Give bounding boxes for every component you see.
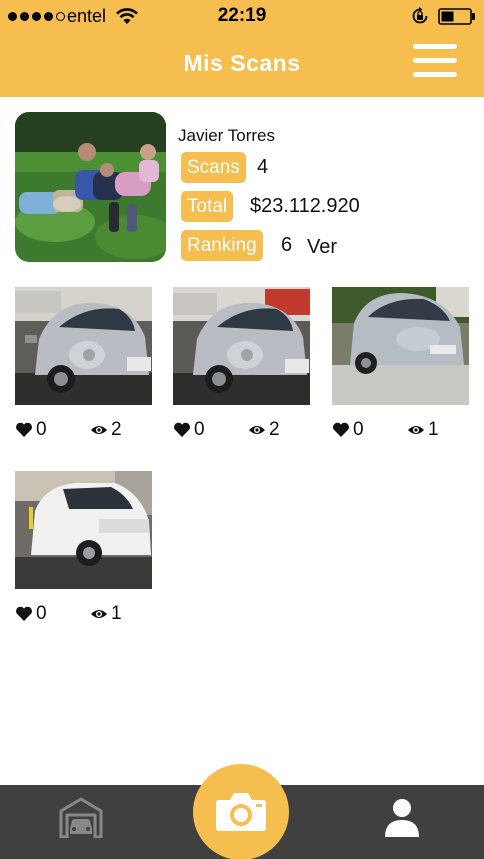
likes-value: 0	[353, 419, 364, 440]
scans-badge: Scans	[181, 152, 246, 183]
likes-count[interactable]: 0	[15, 603, 47, 625]
views-count: 2	[90, 419, 122, 441]
profile-icon[interactable]	[382, 797, 422, 837]
views-count: 1	[407, 419, 439, 441]
avatar[interactable]	[15, 112, 166, 262]
views-value: 1	[111, 603, 122, 624]
status-bar: entel 22:19	[0, 0, 484, 34]
eye-icon	[249, 426, 265, 434]
total-amount: $23.112.920	[250, 195, 360, 217]
heart-icon	[333, 422, 349, 437]
eye-icon	[408, 426, 424, 434]
likes-count[interactable]: 0	[173, 419, 205, 441]
eye-icon	[91, 610, 107, 618]
scan-photo[interactable]	[173, 287, 310, 405]
camera-icon	[216, 793, 266, 831]
views-value: 2	[111, 419, 122, 440]
ranking-value: 6	[281, 234, 293, 256]
scan-photo[interactable]	[332, 287, 469, 405]
scan-photo[interactable]	[15, 287, 152, 405]
views-value: 2	[269, 419, 280, 440]
likes-value: 0	[36, 419, 47, 440]
eye-icon	[91, 426, 107, 434]
likes-value: 0	[194, 419, 205, 440]
scans-count: 4	[257, 156, 269, 178]
likes-value: 0	[36, 603, 47, 624]
garage-icon[interactable]	[58, 796, 104, 838]
heart-icon	[16, 422, 32, 437]
views-value: 1	[428, 419, 439, 440]
app-header: entel 22:19 Mis Scans	[0, 0, 484, 97]
camera-button[interactable]	[193, 764, 289, 859]
total-badge: Total	[181, 191, 234, 222]
user-name: Javier Torres	[178, 126, 275, 145]
rotation-lock-icon	[412, 7, 428, 24]
page-title: Mis Scans	[183, 50, 301, 76]
views-count: 2	[248, 419, 280, 441]
likes-count[interactable]: 0	[332, 419, 364, 441]
heart-icon	[174, 422, 190, 437]
views-count: 1	[90, 603, 122, 625]
ver-ranking-link[interactable]: Ver	[307, 236, 337, 259]
battery-icon	[438, 8, 475, 25]
ranking-badge: Ranking	[181, 230, 263, 261]
scan-photo[interactable]	[15, 471, 152, 589]
heart-icon	[16, 606, 32, 621]
likes-count[interactable]: 0	[15, 419, 47, 441]
menu-icon[interactable]	[413, 44, 457, 78]
